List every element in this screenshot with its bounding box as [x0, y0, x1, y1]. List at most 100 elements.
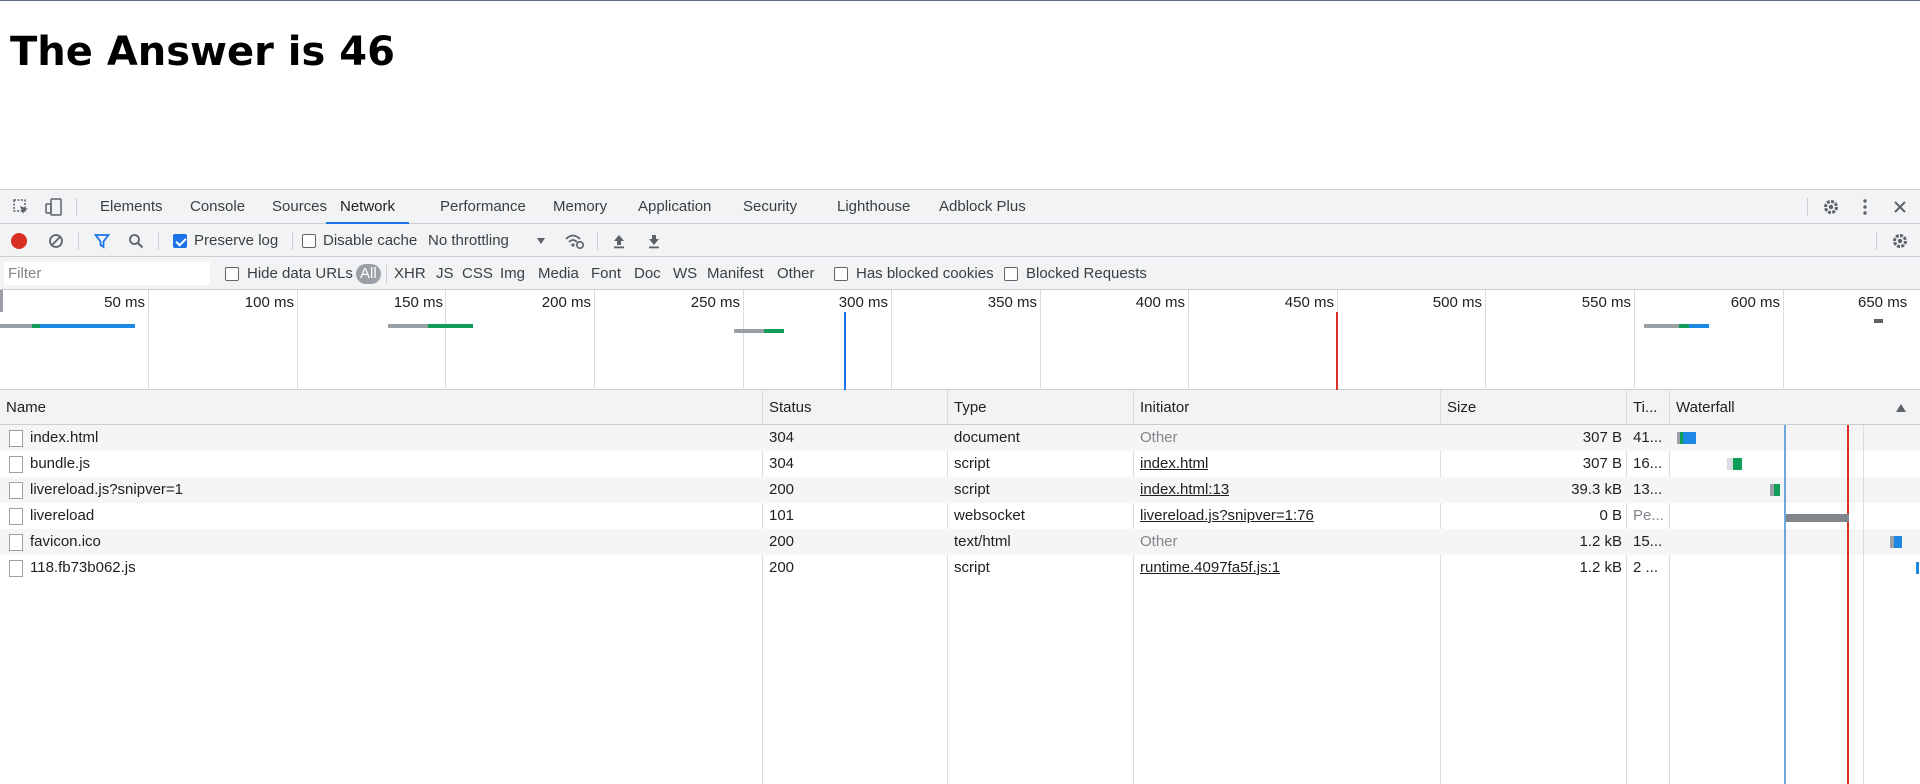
- overview-request-bar: [428, 324, 473, 328]
- filter-icon[interactable]: [91, 230, 113, 252]
- column-header-initiator[interactable]: Initiator: [1134, 390, 1440, 425]
- overview-tick-label: 50 ms: [104, 294, 145, 311]
- column-header-time[interactable]: Ti...: [1627, 390, 1669, 425]
- network-conditions-icon[interactable]: [563, 230, 585, 252]
- table-row[interactable]: favicon.ico 200 text/html Other 1.2 kB 1…: [0, 529, 1920, 555]
- overview-gridline: [148, 290, 149, 390]
- filter-type-img[interactable]: Img: [500, 257, 525, 290]
- sort-ascending-icon[interactable]: [1890, 397, 1912, 419]
- throttling-select[interactable]: No throttling: [428, 224, 509, 257]
- document-file-icon: [9, 534, 23, 551]
- load-event-marker: [1336, 312, 1338, 390]
- table-row[interactable]: 118.fb73b062.js 200 script runtime.4097f…: [0, 555, 1920, 581]
- network-settings-gear-icon[interactable]: [1889, 230, 1911, 252]
- column-header-name[interactable]: Name: [0, 390, 762, 425]
- request-size: 1.2 kB: [1579, 559, 1622, 576]
- filter-type-xhr[interactable]: XHR: [394, 257, 426, 290]
- table-row[interactable]: index.html 304 document Other 307 B 41..…: [0, 425, 1920, 451]
- import-har-icon[interactable]: [608, 230, 630, 252]
- overview-gridline: [1634, 290, 1635, 390]
- preserve-log-checkbox[interactable]: [173, 234, 187, 248]
- tab-memory[interactable]: Memory: [553, 190, 607, 224]
- disable-cache-checkbox[interactable]: [302, 234, 316, 248]
- filter-type-font[interactable]: Font: [591, 257, 621, 290]
- inspect-element-icon[interactable]: [10, 196, 32, 218]
- filter-input[interactable]: [4, 262, 210, 285]
- has-blocked-cookies-checkbox[interactable]: [834, 267, 848, 281]
- overview-tick-label: 500 ms: [1432, 294, 1482, 311]
- request-table: Name Status Type Initiator Size Ti... Wa…: [0, 390, 1920, 784]
- dropdown-arrow-icon[interactable]: [530, 230, 552, 252]
- tab-elements[interactable]: Elements: [100, 190, 163, 224]
- request-initiator-link[interactable]: runtime.4097fa5f.js:1: [1140, 555, 1280, 581]
- waterfall-load-marker: [1847, 425, 1849, 784]
- filter-type-ws[interactable]: WS: [673, 257, 697, 290]
- filter-type-js[interactable]: JS: [436, 257, 454, 290]
- settings-gear-icon[interactable]: [1820, 196, 1842, 218]
- record-icon[interactable]: [11, 233, 27, 249]
- filter-type-media[interactable]: Media: [538, 257, 579, 290]
- tab-performance[interactable]: Performance: [440, 190, 526, 224]
- request-status: 304: [769, 429, 795, 446]
- overview-request-bar: [0, 324, 32, 328]
- request-name: livereload: [30, 507, 95, 524]
- toolbar-divider: [1807, 198, 1808, 216]
- filter-type-other[interactable]: Other: [777, 257, 815, 290]
- filter-type-all[interactable]: All: [356, 264, 381, 284]
- search-icon[interactable]: [125, 230, 147, 252]
- column-header-waterfall[interactable]: Waterfall: [1670, 390, 1870, 425]
- request-size: 39.3 kB: [1571, 481, 1622, 498]
- tab-adblock-plus[interactable]: Adblock Plus: [939, 190, 1026, 224]
- overview-gridline: [743, 290, 744, 390]
- devtools-panel: Elements Console Sources Network Perform…: [0, 189, 1920, 784]
- overview-gridline: [1040, 290, 1041, 390]
- tab-application[interactable]: Application: [638, 190, 711, 224]
- request-initiator-link[interactable]: index.html: [1140, 451, 1208, 477]
- device-toolbar-icon[interactable]: [43, 196, 65, 218]
- request-initiator-link[interactable]: livereload.js?snipver=1:76: [1140, 503, 1314, 529]
- tab-network[interactable]: Network: [326, 190, 410, 224]
- request-initiator-link[interactable]: index.html:13: [1140, 477, 1229, 503]
- waterfall-bar: [1733, 458, 1742, 470]
- overview-gridline: [891, 290, 892, 390]
- table-row[interactable]: bundle.js 304 script index.html 307 B 16…: [0, 451, 1920, 477]
- request-type: document: [954, 429, 1020, 446]
- blocked-requests-checkbox[interactable]: [1004, 267, 1018, 281]
- clear-icon[interactable]: [45, 230, 67, 252]
- filter-bar: Hide data URLs All XHR JS CSS Img Media …: [0, 257, 1920, 290]
- devtools-tab-bar: Elements Console Sources Network Perform…: [0, 190, 1920, 224]
- export-har-icon[interactable]: [643, 230, 665, 252]
- table-row[interactable]: livereload.js?snipver=1 200 script index…: [0, 477, 1920, 503]
- column-header-status[interactable]: Status: [763, 390, 947, 425]
- column-header-size[interactable]: Size: [1441, 390, 1626, 425]
- overview-tick-label: 400 ms: [1135, 294, 1185, 311]
- tab-console[interactable]: Console: [190, 190, 245, 224]
- tab-security[interactable]: Security: [743, 190, 797, 224]
- close-icon[interactable]: [1889, 196, 1911, 218]
- request-name: favicon.ico: [30, 533, 101, 550]
- request-size: 307 B: [1582, 455, 1622, 472]
- column-header-type[interactable]: Type: [948, 390, 1133, 425]
- request-size: 307 B: [1582, 429, 1622, 446]
- overview-left-handle[interactable]: [0, 290, 3, 312]
- toolbar-divider: [76, 198, 77, 216]
- request-time: Pe...: [1633, 507, 1664, 524]
- overview-timeline[interactable]: 50 ms 100 ms 150 ms 200 ms 250 ms 300 ms…: [0, 290, 1920, 390]
- hide-data-urls-checkbox[interactable]: [225, 267, 239, 281]
- overview-request-bar: [1644, 324, 1679, 328]
- overview-gridline: [594, 290, 595, 390]
- overview-tick-label: 350 ms: [987, 294, 1037, 311]
- overview-tick-label: 200 ms: [541, 294, 591, 311]
- tab-lighthouse[interactable]: Lighthouse: [837, 190, 910, 224]
- filter-type-doc[interactable]: Doc: [634, 257, 661, 290]
- more-options-icon[interactable]: [1854, 196, 1876, 218]
- overview-gridline: [1783, 290, 1784, 390]
- filter-type-css[interactable]: CSS: [462, 257, 493, 290]
- request-status: 200: [769, 559, 795, 576]
- overview-request-bar: [32, 324, 40, 328]
- filter-type-manifest[interactable]: Manifest: [707, 257, 764, 290]
- table-row[interactable]: livereload 101 websocket livereload.js?s…: [0, 503, 1920, 529]
- tab-sources[interactable]: Sources: [272, 190, 327, 224]
- blocked-requests-label: Blocked Requests: [1026, 265, 1147, 282]
- request-time: 2 ...: [1633, 559, 1659, 576]
